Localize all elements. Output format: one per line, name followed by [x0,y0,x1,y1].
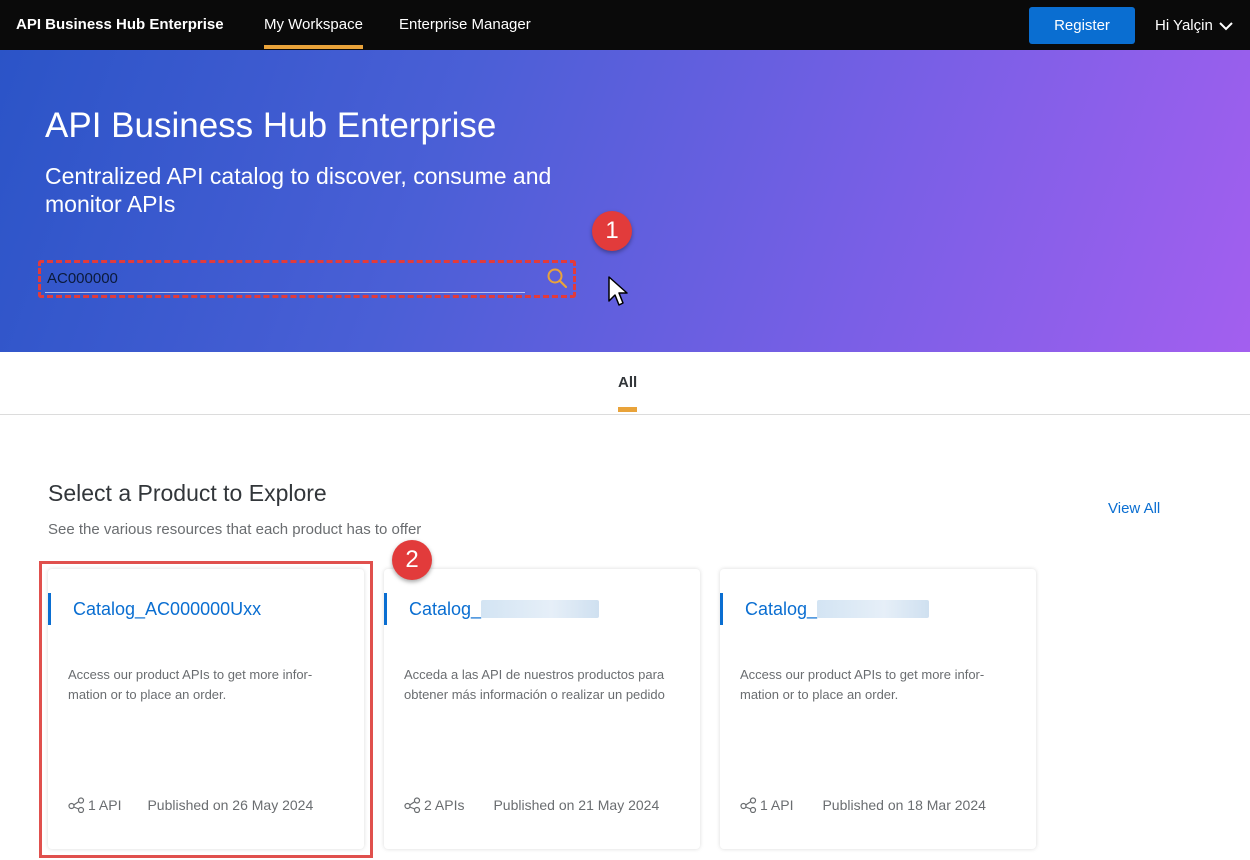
mouse-cursor-icon [608,276,628,306]
card-description: Acceda a las API de nuestros productos p… [404,667,665,702]
card-title[interactable]: Catalog_ [409,599,600,620]
card-title-text: Catalog_ [409,599,482,619]
card-description: Access our product APIs to get more info… [740,667,985,702]
section-title: Select a Product to Explore [48,480,327,506]
api-count: 2 APIs [404,797,464,813]
card-title-text: Catalog_ [745,599,818,619]
hero-title: API Business Hub Enterprise [45,106,497,145]
search-box [38,260,576,298]
register-button[interactable]: Register [1029,7,1135,44]
api-share-icon [404,797,421,813]
user-greeting: Hi Yalçin [1155,17,1213,34]
tab-all[interactable]: All [618,374,638,412]
api-count-label: 1 API [760,797,794,813]
api-count: 1 API [740,797,793,813]
search-input[interactable] [45,265,525,293]
api-count-label: 2 APIs [424,797,465,813]
card-accent-bar [384,593,387,625]
tab-my-workspace[interactable]: My Workspace [264,16,363,49]
product-card[interactable]: Catalog_ Acceda a las API de nuestros pr… [384,569,700,849]
annotation-highlight-box [39,561,373,858]
card-footer: 2 APIs Published on 21 May 2024 [404,797,694,813]
redacted-title-bar [817,600,930,618]
card-accent-bar [720,593,723,625]
product-card[interactable]: Catalog_ Access our product APIs to get … [720,569,1036,849]
card-footer: 1 API Published on 18 Mar 2024 [740,797,1030,813]
api-share-icon [740,797,757,813]
annotation-badge-2: 2 [392,540,432,580]
published-date: Published on 18 Mar 2024 [822,797,986,813]
redacted-title-bar [481,600,600,618]
page: API Business Hub Enterprise My Workspace… [0,0,1250,860]
top-nav-bar: API Business Hub Enterprise My Workspace… [0,0,1250,50]
view-all-link[interactable]: View All [1108,500,1160,517]
card-title[interactable]: Catalog_ [745,599,930,620]
tab-enterprise-manager[interactable]: Enterprise Manager [399,16,531,33]
annotation-badge-1: 1 [592,211,632,251]
hero-subtitle: Centralized API catalog to discover, con… [45,163,552,217]
published-date: Published on 21 May 2024 [493,797,660,813]
user-menu[interactable]: Hi Yalçin [1155,17,1233,34]
hero-banner: API Business Hub Enterprise Centralized … [0,50,1250,352]
search-icon[interactable] [546,267,568,289]
chevron-down-icon [1219,21,1233,30]
section-subtitle: See the various resources that each prod… [48,521,422,538]
filter-tab-strip: All [0,352,1250,415]
brand-title[interactable]: API Business Hub Enterprise [16,16,224,33]
